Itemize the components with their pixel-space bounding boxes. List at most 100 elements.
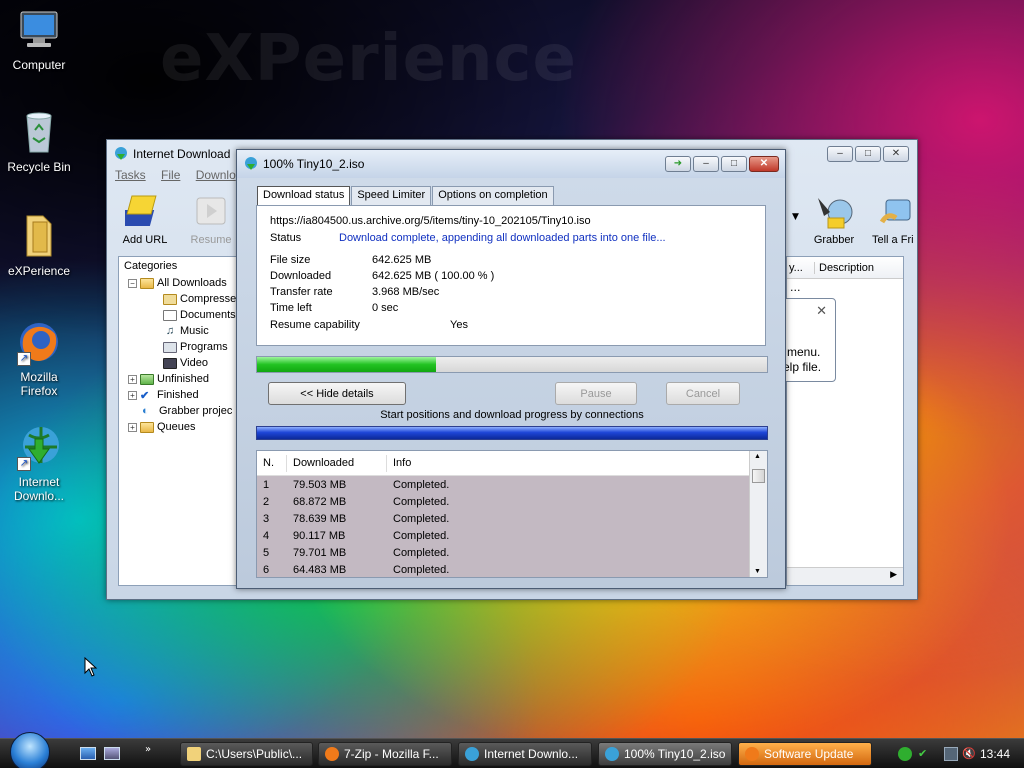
vertical-scrollbar[interactable]: ▲ ▼ [749, 451, 767, 577]
desktop-icon-label: Computer [12, 58, 66, 72]
expand-icon[interactable]: + [128, 390, 137, 400]
tree-item-unfinished[interactable]: + Unfinished [128, 371, 209, 387]
row-number: 6 [263, 563, 270, 576]
column-header-info[interactable]: Info [387, 455, 739, 472]
taskbar-button-label: Internet Downlo... [484, 747, 579, 761]
resume-capability-value: Yes [450, 319, 468, 331]
taskbar: » C:\Users\Public\... 7-Zip - Mozilla F.… [0, 732, 1024, 768]
taskbar-button-idm[interactable]: Internet Downlo... [458, 742, 592, 766]
tell-a-friend-button[interactable]: Tell a Fri [866, 192, 916, 246]
download-url: https://ia804500.us.archive.org/5/items/… [270, 215, 591, 227]
tree-item-compressed[interactable]: Compresse [163, 291, 236, 307]
checkmark-tray-icon[interactable]: ✔ [918, 747, 932, 761]
desktop-icon-recycle-bin[interactable]: Recycle Bin [0, 108, 78, 174]
grabber-button[interactable]: Grabber [804, 192, 864, 246]
idm-app-icon [115, 147, 127, 160]
scrollbar-thumb[interactable] [752, 469, 765, 483]
desktop-icon-computer[interactable]: Computer [0, 6, 78, 72]
column-header-description[interactable]: Description [815, 262, 874, 274]
pause-button[interactable]: Pause [555, 382, 637, 405]
tree-item-label: Video [180, 357, 208, 369]
maximize-button[interactable]: □ [855, 146, 881, 162]
tab-download-status[interactable]: Download status [257, 186, 351, 206]
table-row[interactable]: 5 79.701 MB Completed. [257, 544, 749, 561]
row-downloaded: 78.639 MB [293, 512, 347, 525]
tab-options-on-completion[interactable]: Options on completion [432, 186, 554, 205]
taskbar-clock[interactable]: 13:44 [980, 747, 1010, 761]
cancel-button[interactable]: Cancel [666, 382, 740, 405]
desktop-icon-experience[interactable]: eXPerience [0, 212, 78, 278]
expand-icon[interactable]: + [128, 374, 137, 384]
table-row[interactable]: 2 68.872 MB Completed. [257, 493, 749, 510]
tab-speed-limiter[interactable]: Speed Limiter [351, 186, 432, 205]
horizontal-scrollbar[interactable]: ▶ [787, 567, 903, 585]
row-info: Completed. [393, 563, 450, 576]
tree-item-documents[interactable]: Documents [163, 307, 236, 323]
close-button[interactable]: ✕ [883, 146, 909, 162]
tree-item-video[interactable]: Video [163, 355, 208, 371]
close-icon[interactable]: ✕ [816, 303, 827, 319]
minimize-button[interactable]: – [693, 156, 719, 172]
column-header-downloaded[interactable]: Downloaded [287, 454, 387, 472]
menu-downloads[interactable]: Downlo [196, 168, 236, 182]
desktop-icon-idm[interactable]: ↗ Internet Downlo... [0, 423, 78, 503]
menu-file[interactable]: File [161, 168, 180, 182]
table-header: N. Downloaded Info [257, 451, 767, 476]
collapse-icon[interactable]: − [128, 278, 137, 288]
network-icon[interactable] [944, 747, 958, 761]
table-row[interactable]: 1 79.503 MB Completed. [257, 476, 749, 493]
hide-details-button[interactable]: << Hide details [268, 382, 406, 405]
dialog-titlebar[interactable]: 100% Tiny10_2.iso ➜ – □ ✕ [237, 150, 785, 178]
tree-item-queues[interactable]: + Queues [128, 419, 196, 435]
tree-item-music[interactable]: ♫ Music [163, 323, 209, 339]
firefox-icon [745, 747, 759, 761]
row-number: 1 [263, 478, 270, 491]
idm-tray-icon[interactable] [898, 747, 912, 761]
taskbar-button-firefox[interactable]: 7-Zip - Mozilla F... [318, 742, 452, 766]
expand-icon[interactable]: + [128, 422, 137, 432]
tree-item-all-downloads[interactable]: − All Downloads [128, 275, 227, 291]
table-row[interactable]: 3 78.639 MB Completed. [257, 510, 749, 527]
dialog-tabs: Download status Speed Limiter Options on… [257, 186, 555, 206]
dialog-title: 100% Tiny10_2.iso [263, 157, 365, 171]
tree-item-label: Compresse [180, 293, 237, 305]
quick-launch-overflow-icon[interactable]: » [145, 744, 151, 755]
desktop-icon-label: eXPerience [7, 264, 71, 278]
table-row[interactable]: 6 64.483 MB Completed. [257, 561, 749, 577]
scroll-right-icon[interactable]: ▶ [890, 570, 897, 580]
menu-tasks[interactable]: Tasks [115, 168, 146, 182]
table-row[interactable]: 4 90.117 MB Completed. [257, 527, 749, 544]
volume-muted-icon[interactable]: 🔇 [962, 747, 976, 761]
switch-windows-icon[interactable] [104, 747, 120, 760]
start-button[interactable] [10, 732, 50, 768]
scroll-up-icon[interactable]: ▲ [754, 453, 761, 460]
add-url-button[interactable]: Add URL [115, 192, 175, 246]
taskbar-button-software-update[interactable]: Software Update [738, 742, 872, 766]
categories-panel: Categories − All Downloads Compresse Doc… [118, 256, 242, 586]
resume-button[interactable]: Resume [181, 192, 241, 246]
close-button[interactable]: ✕ [749, 156, 779, 172]
taskbar-button-explorer[interactable]: C:\Users\Public\... [180, 742, 313, 766]
toolbar-dropdown-arrow-icon[interactable]: ▼ [792, 212, 799, 222]
taskbar-button-label: C:\Users\Public\... [206, 747, 303, 761]
minimize-button[interactable]: – [827, 146, 853, 162]
download-info-panel: https://ia804500.us.archive.org/5/items/… [256, 205, 766, 346]
tree-item-grabber-projects[interactable]: ◐ Grabber projec [142, 403, 232, 419]
show-desktop-icon[interactable] [80, 747, 96, 760]
row-info: Completed. [393, 529, 450, 542]
scroll-down-icon[interactable]: ▼ [754, 568, 761, 575]
tip-text: menu. [787, 345, 821, 359]
column-header-n[interactable]: N. [257, 454, 287, 472]
hide-to-tray-button[interactable]: ➜ [665, 156, 691, 172]
connections-table: N. Downloaded Info 1 79.503 MB Completed… [256, 450, 768, 578]
tree-item-programs[interactable]: Programs [163, 339, 228, 355]
time-left-label: Time left [270, 302, 312, 314]
computer-icon [15, 6, 63, 54]
desktop-icon-firefox[interactable]: ↗ Mozilla Firefox [0, 318, 78, 398]
column-header[interactable]: y... [787, 261, 815, 274]
maximize-button[interactable]: □ [721, 156, 747, 172]
tree-item-finished[interactable]: + ✔ Finished [128, 387, 199, 403]
row-info: Completed. [393, 546, 450, 559]
taskbar-button-download-dialog[interactable]: 100% Tiny10_2.iso [598, 742, 732, 766]
connections-caption: Start positions and download progress by… [380, 409, 644, 421]
